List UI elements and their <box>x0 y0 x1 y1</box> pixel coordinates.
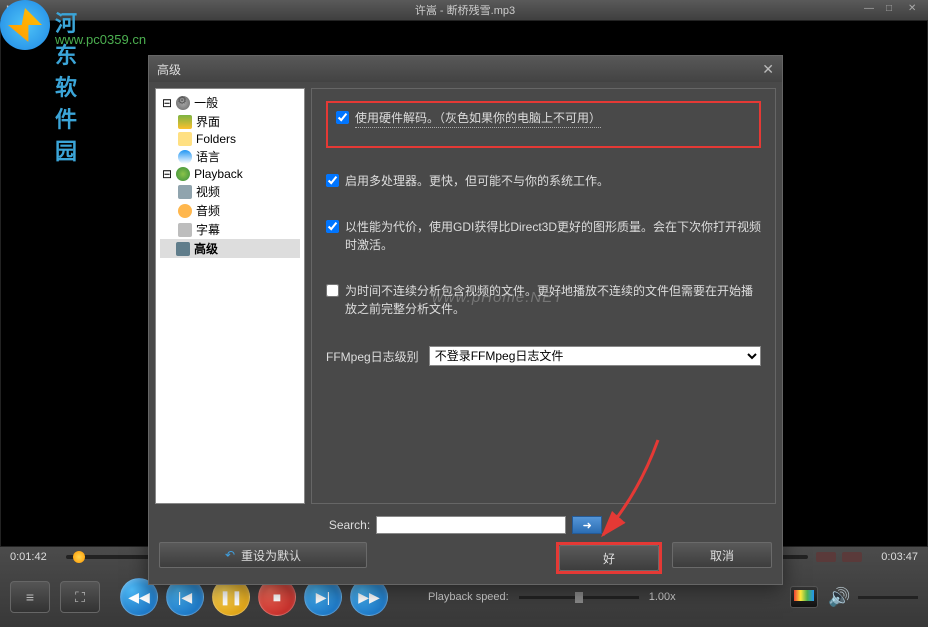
gdi-checkbox[interactable] <box>326 220 339 233</box>
speed-label: Playback speed: <box>428 591 509 603</box>
playlist-button[interactable]: ≡ <box>10 581 50 613</box>
settings-dialog: 高级 ✕ ⊟一般 界面 Folders 语言 ⊟Playback 视频 音频 字… <box>148 55 783 585</box>
status-icons <box>816 552 862 562</box>
minimize-button[interactable]: — <box>864 3 878 17</box>
tree-subtitle[interactable]: 字幕 <box>160 220 300 239</box>
cancel-button[interactable]: 取消 <box>672 542 772 568</box>
maximize-button[interactable]: □ <box>886 3 900 17</box>
volume-slider[interactable] <box>858 596 918 599</box>
search-label: Search: <box>329 518 370 532</box>
window-title: 许嵩 - 断桥残雪.mp3 <box>66 2 864 18</box>
center-watermark: www.pHome.NET <box>432 289 563 306</box>
settings-pane: 使用硬件解码。（灰色如果你的电脑上不可用） 启用多处理器。更快，但可能不与你的系… <box>311 88 776 504</box>
speed-slider[interactable] <box>519 596 639 599</box>
ffmpeg-log-select[interactable]: 不登录FFMpeg日志文件 <box>429 346 761 366</box>
ffmpeg-log-label: FFMpeg日志级别 <box>326 348 419 365</box>
tree-interface[interactable]: 界面 <box>160 112 300 131</box>
tree-audio[interactable]: 音频 <box>160 201 300 220</box>
watermark-text: 河东软件园 <box>55 6 77 166</box>
volume-icon[interactable]: 🔊 <box>828 587 848 607</box>
fullscreen-button[interactable]: ⛶ <box>60 581 100 613</box>
analyze-checkbox[interactable] <box>326 284 339 297</box>
watermark-url: www.pc0359.cn <box>55 32 146 47</box>
multiproc-label: 启用多处理器。更快，但可能不与你的系统工作。 <box>345 172 609 190</box>
search-go-button[interactable]: ➜ <box>572 516 602 534</box>
settings-tree: ⊟一般 界面 Folders 语言 ⊟Playback 视频 音频 字幕 高级 <box>155 88 305 504</box>
reset-defaults-button[interactable]: ↶ 重设为默认 <box>159 542 367 568</box>
close-button[interactable]: ✕ <box>908 3 922 17</box>
ok-button[interactable]: 好 <box>559 545 659 571</box>
titlebar: MP 许嵩 - 断桥残雪.mp3 — □ ✕ <box>0 0 928 20</box>
speed-value: 1.00x <box>649 591 676 603</box>
dialog-close-button[interactable]: ✕ <box>762 61 774 78</box>
tree-language[interactable]: 语言 <box>160 147 300 166</box>
tree-playback[interactable]: ⊟Playback <box>160 166 300 182</box>
tree-video[interactable]: 视频 <box>160 182 300 201</box>
hw-decode-label: 使用硬件解码。（灰色如果你的电脑上不可用） <box>355 109 601 128</box>
total-time: 0:03:47 <box>870 551 918 563</box>
gdi-label: 以性能为代价，使用GDI获得比Direct3D更好的图形质量。会在下次你打开视频… <box>345 218 761 254</box>
tv-icon[interactable] <box>790 586 818 608</box>
dialog-title: 高级 <box>157 61 181 78</box>
tree-folders[interactable]: Folders <box>160 131 300 147</box>
ok-highlight-annotation: 好 <box>556 542 662 574</box>
highlight-annotation: 使用硬件解码。（灰色如果你的电脑上不可用） <box>326 101 761 148</box>
hw-decode-checkbox[interactable] <box>336 111 349 124</box>
elapsed-time: 0:01:42 <box>10 551 58 563</box>
search-input[interactable] <box>376 516 566 534</box>
multiproc-checkbox[interactable] <box>326 174 339 187</box>
reset-icon: ↶ <box>225 548 235 562</box>
tree-general[interactable]: ⊟一般 <box>160 93 300 112</box>
tree-advanced[interactable]: 高级 <box>160 239 300 258</box>
